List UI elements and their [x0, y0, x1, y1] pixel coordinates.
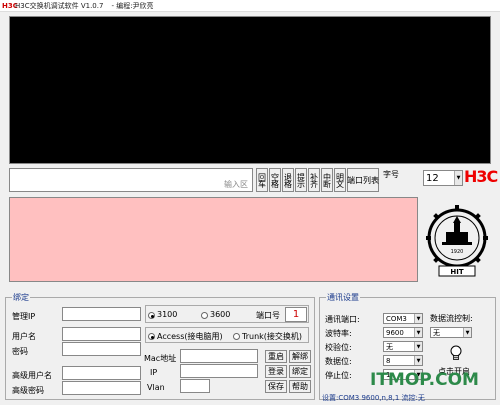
parity-label: 校验位: — [325, 343, 352, 352]
port-list-button[interactable]: 端口列表 — [347, 168, 379, 192]
enter-button[interactable]: 回车 — [256, 168, 268, 192]
flow-value: 无 — [433, 328, 440, 337]
help-button[interactable]: 帮助 — [289, 380, 311, 393]
space-button[interactable]: 空格 — [269, 168, 281, 192]
hint-button[interactable]: 提示 — [295, 168, 307, 192]
radio-off-icon — [233, 333, 240, 340]
adv-password-label: 高级密码 — [12, 386, 44, 395]
bind-group-title: 绑定 — [12, 292, 30, 303]
terminal-output[interactable] — [9, 16, 491, 164]
comm-port-select[interactable]: COM3 ▼ — [383, 313, 423, 324]
password-label: 密码 — [12, 347, 28, 356]
username-field[interactable] — [62, 327, 141, 341]
emblem-text: HIT — [450, 268, 463, 276]
open-port-button[interactable] — [449, 345, 463, 363]
port-field[interactable]: 1 — [285, 307, 307, 322]
stopbits-label: 停止位: — [325, 371, 352, 380]
bind-button[interactable]: 绑定 — [289, 365, 311, 378]
unbind-button[interactable]: 解绑 — [289, 350, 311, 363]
databits-select[interactable]: 8 ▼ — [383, 355, 423, 366]
font-size-label: 字号 — [383, 170, 399, 179]
emblem-year: 1920 — [451, 249, 464, 255]
comm-port-value: COM3 — [386, 314, 407, 323]
adv-username-label: 高级用户名 — [12, 371, 52, 380]
trunk-label: Trunk(接交换机) — [242, 332, 303, 341]
username-label: 用户名 — [12, 332, 36, 341]
mgmt-ip-label: 管理IP — [12, 312, 36, 321]
save-button[interactable]: 保存 — [265, 380, 287, 393]
chevron-down-icon: ▼ — [463, 328, 471, 337]
radio-3600[interactable] — [201, 311, 208, 321]
secondary-output[interactable] — [9, 197, 418, 282]
databits-value: 8 — [386, 356, 391, 365]
comm-port-label: 通讯端口: — [325, 315, 360, 324]
font-size-value: 12 — [426, 172, 439, 184]
emblem-icon: 1920 HIT — [426, 205, 488, 277]
complete-button[interactable]: 补齐 — [308, 168, 320, 192]
password-field[interactable] — [62, 342, 141, 356]
port-label: 端口号 — [256, 311, 280, 320]
parity-select[interactable]: 无 ▼ — [383, 341, 423, 352]
parity-value: 无 — [386, 342, 393, 351]
radio-3100[interactable] — [148, 311, 155, 321]
radio-access[interactable] — [148, 332, 155, 342]
comm-group-title: 通讯设置 — [326, 292, 360, 303]
status-text: 设置:COM3 9600,n,8,1 流控:无 — [322, 394, 425, 402]
mac-field[interactable] — [180, 349, 258, 363]
ip-field[interactable] — [180, 364, 258, 378]
input-hint: 输入区 — [224, 180, 248, 189]
databits-label: 数据位: — [325, 357, 352, 366]
adv-username-field[interactable] — [62, 366, 141, 380]
model-3600-label: 3600 — [210, 310, 231, 319]
title-bar: H3C H3C交换机调试软件 V1.0.7 - 编程:尹欣亮 — [0, 0, 500, 12]
access-label: Access(接电脑用) — [157, 332, 223, 341]
app-logo-icon: H3C — [2, 1, 18, 10]
flow-label: 数据流控制: — [430, 314, 473, 323]
chevron-down-icon: ▼ — [414, 314, 422, 323]
mac-label: Mac地址 — [144, 354, 177, 363]
radio-trunk[interactable] — [233, 332, 240, 342]
window-title: H3C交换机调试软件 V1.0.7 — [15, 1, 104, 10]
window-author: - 编程:尹欣亮 — [111, 1, 154, 10]
chevron-down-icon: ▼ — [414, 328, 422, 337]
baud-label: 波特率: — [325, 329, 352, 338]
backspace-button[interactable]: 退格 — [282, 168, 294, 192]
site-watermark: ITMOP.COM — [370, 370, 479, 390]
chevron-down-icon: ▼ — [414, 342, 422, 351]
chevron-down-icon: ▼ — [414, 356, 422, 365]
baud-value: 9600 — [386, 328, 404, 337]
plaintext-button[interactable]: 明文 — [334, 168, 346, 192]
font-size-select[interactable]: 12 ▼ — [423, 170, 463, 186]
lightbulb-icon — [450, 345, 462, 360]
interrupt-button[interactable]: 中断 — [321, 168, 333, 192]
radio-on-icon — [148, 312, 155, 319]
radio-off-icon — [201, 312, 208, 319]
vlan-label: Vlan — [147, 383, 165, 392]
command-input[interactable]: 输入区 — [9, 168, 253, 192]
baud-select[interactable]: 9600 ▼ — [383, 327, 423, 338]
flow-select[interactable]: 无 ▼ — [430, 327, 472, 338]
university-emblem: 1920 HIT — [424, 202, 490, 280]
radio-on-icon — [148, 333, 155, 340]
restart-button[interactable]: 重启 — [265, 350, 287, 363]
model-3100-label: 3100 — [157, 310, 178, 319]
vlan-field[interactable] — [180, 379, 210, 393]
adv-password-field[interactable] — [62, 381, 141, 395]
h3c-logo: H3C — [464, 167, 498, 186]
chevron-down-icon: ▼ — [454, 171, 462, 185]
mgmt-ip-field[interactable] — [62, 307, 141, 321]
ip-label: IP — [150, 368, 158, 377]
login-button[interactable]: 登录 — [265, 365, 287, 378]
